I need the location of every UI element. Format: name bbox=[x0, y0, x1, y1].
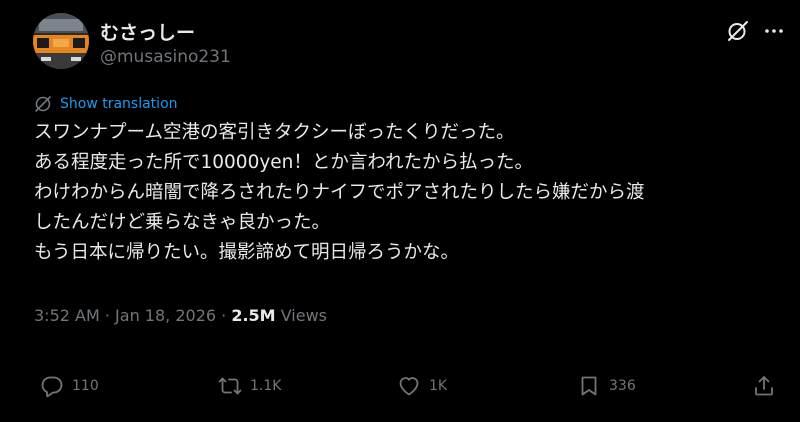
reply-count: 110 bbox=[72, 378, 99, 394]
like-button[interactable]: 1K bbox=[397, 370, 447, 402]
bookmark-icon bbox=[581, 376, 597, 396]
reply-button[interactable]: 110 bbox=[40, 370, 99, 402]
post-meta: 3:52 AM · Jan 18, 2026 · 2.5M Views bbox=[34, 306, 327, 325]
more-icon bbox=[765, 29, 783, 33]
meta-separator: · bbox=[221, 306, 227, 325]
post-text-line: わけわからん暗闇で降ろされたりナイフでポアされたりしたら嫌だから渡 bbox=[34, 182, 645, 203]
author-display-name[interactable]: むさっしー bbox=[100, 18, 195, 45]
author-handle[interactable]: @musasino231 bbox=[100, 47, 231, 67]
share-icon bbox=[755, 376, 773, 396]
more-options-button[interactable] bbox=[761, 18, 787, 44]
bookmark-button[interactable]: 336 bbox=[577, 370, 636, 402]
post-card: むさっしー @musasino231 Show translation スワンナ… bbox=[0, 0, 800, 422]
post-time[interactable]: 3:52 AM bbox=[34, 306, 100, 325]
share-button[interactable] bbox=[752, 370, 776, 402]
post-text-line: ある程度走った所で10000yen！とか言われたから払った。 bbox=[34, 152, 533, 173]
post-text-line: スワンナプーム空港の客引きタクシーぼったくりだった。 bbox=[34, 122, 515, 143]
avatar[interactable] bbox=[33, 13, 89, 69]
grok-button[interactable] bbox=[725, 18, 751, 44]
reply-icon bbox=[41, 376, 63, 398]
train-avatar-icon bbox=[33, 13, 89, 69]
repost-icon bbox=[218, 377, 242, 395]
post-text-line: したんだけど乗らなきゃ良かった。 bbox=[34, 212, 331, 233]
views-count: 2.5M bbox=[231, 306, 276, 325]
bookmark-count: 336 bbox=[609, 378, 636, 394]
grok-icon bbox=[728, 21, 748, 41]
post-text: スワンナプーム空港の客引きタクシーぼったくりだった。 ある程度走った所で1000… bbox=[34, 118, 794, 268]
repost-button[interactable]: 1.1K bbox=[218, 370, 281, 402]
globe-slash-icon bbox=[35, 96, 51, 112]
heart-icon bbox=[399, 377, 419, 396]
show-translation-link[interactable]: Show translation bbox=[34, 95, 178, 113]
like-count: 1K bbox=[429, 378, 448, 394]
action-bar: 110 1.1K 1K 336 bbox=[0, 370, 800, 402]
views-label: Views bbox=[280, 306, 327, 325]
post-date[interactable]: Jan 18, 2026 bbox=[115, 306, 216, 325]
show-translation-label: Show translation bbox=[60, 96, 178, 112]
meta-separator: · bbox=[104, 306, 110, 325]
post-text-line: もう日本に帰りたい。撮影諦めて明日帰ろうかな。 bbox=[34, 242, 459, 263]
repost-count: 1.1K bbox=[250, 378, 282, 394]
